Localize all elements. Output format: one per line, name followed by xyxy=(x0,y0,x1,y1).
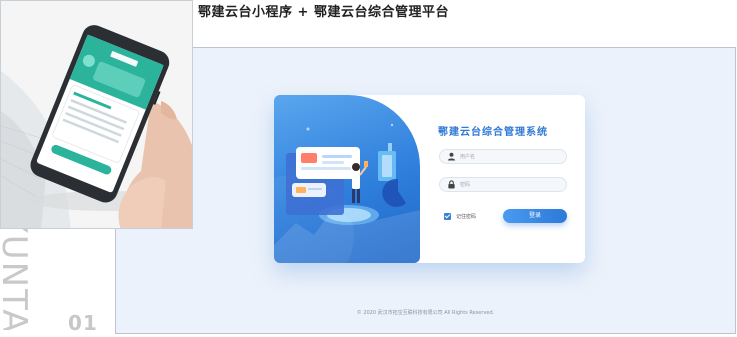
password-field-wrapper xyxy=(439,177,567,192)
copyright-text: © 2020 武汉市拓宝互联科技有限公司 All Rights Reserved… xyxy=(356,310,495,316)
remember-password[interactable]: 记住密码 xyxy=(444,211,476,221)
page-title: 鄂建云台小程序 + 鄂建云台综合管理平台 xyxy=(198,5,449,20)
system-title: 鄂建云台综合管理系统 xyxy=(438,127,548,138)
phone-illustration xyxy=(1,1,192,228)
remember-label: 记住密码 xyxy=(456,213,477,220)
login-button[interactable]: 登录 xyxy=(503,209,567,223)
login-illustration xyxy=(274,95,420,263)
username-input[interactable] xyxy=(460,151,560,162)
page-number: 01 xyxy=(68,311,98,335)
illustration-graphic xyxy=(274,123,420,263)
side-text-label: YUNTAI xyxy=(0,212,34,330)
remember-checkbox[interactable] xyxy=(444,212,451,220)
password-input[interactable] xyxy=(460,179,560,190)
user-icon xyxy=(447,152,456,161)
username-field-wrapper xyxy=(439,149,567,164)
lock-icon xyxy=(448,180,455,189)
mobile-app-photo xyxy=(0,0,193,229)
decorative-side-text: YUNTAI xyxy=(0,212,42,330)
login-card: 鄂建云台综合管理系统 记住密码 登录 xyxy=(274,95,585,263)
web-screenshot-frame: 鄂建云台综合管理系统 记住密码 登录 © 2020 武汉市拓宝互联科技有限公司 … xyxy=(115,47,736,334)
